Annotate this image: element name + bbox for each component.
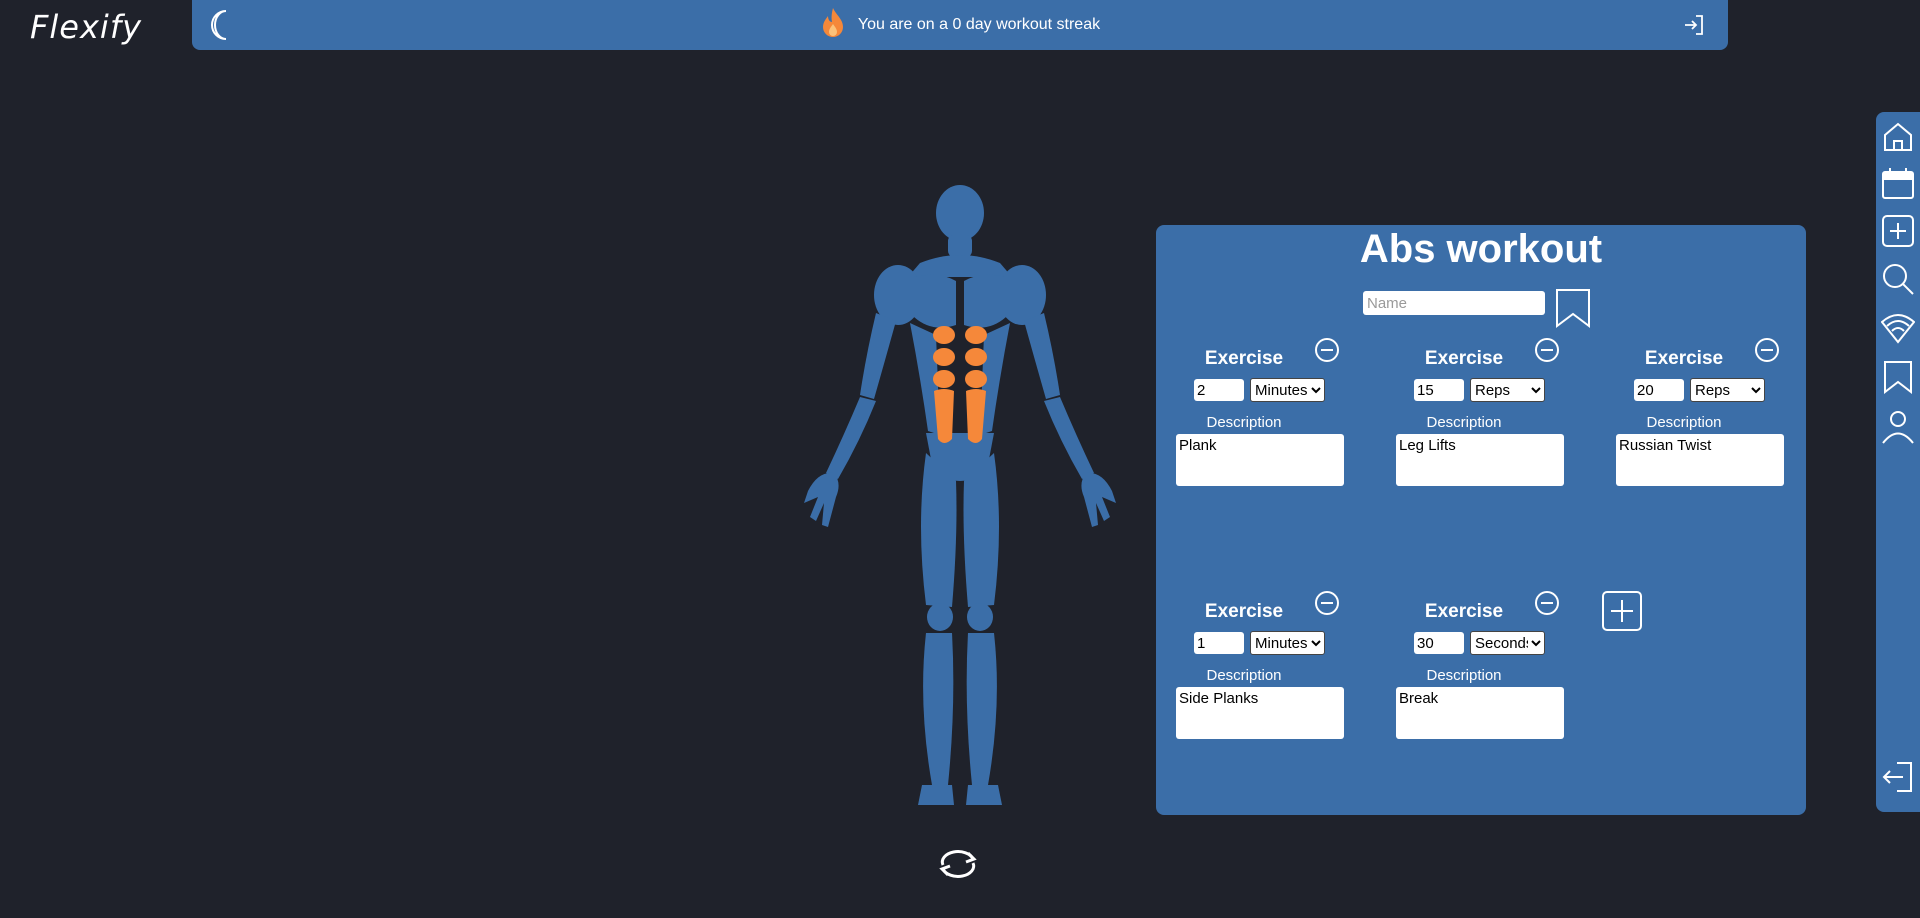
exercise-label: Exercise [1424, 601, 1504, 622]
exercise-description-input[interactable]: Russian Twist [1616, 434, 1784, 486]
bookmark-icon[interactable] [1881, 360, 1915, 395]
exercise-label: Exercise [1204, 348, 1284, 369]
plus-icon[interactable] [1881, 214, 1915, 248]
exercise-label: Exercise [1204, 601, 1284, 622]
exercise-card: Exercise Minutes Description Side Planks [1160, 591, 1344, 771]
flame-icon [820, 7, 846, 44]
exercise-card: Exercise Reps Description Leg Lifts [1380, 338, 1564, 518]
user-icon[interactable] [1881, 410, 1915, 444]
remove-exercise-icon[interactable] [1534, 590, 1560, 621]
description-label: Description [1646, 414, 1722, 431]
exercise-amount-input[interactable] [1194, 632, 1244, 654]
right-sidebar [1876, 112, 1920, 812]
streak-display: You are on a 0 day workout streak [820, 7, 1100, 44]
app-logo: Flexify [30, 8, 143, 46]
exercise-description-input[interactable]: Side Planks [1176, 687, 1344, 739]
exercise-description-input[interactable]: Plank [1176, 434, 1344, 486]
exercise-unit-select[interactable]: Minutes [1250, 631, 1325, 655]
exercise-card: Exercise Seconds Description Break [1380, 591, 1564, 771]
search-icon[interactable] [1881, 262, 1915, 296]
muscle-body-figure[interactable] [790, 185, 1130, 835]
exercise-card: Exercise Minutes Description Plank [1160, 338, 1344, 518]
exercise-amount-input[interactable] [1414, 632, 1464, 654]
workout-title: Abs workout [1359, 227, 1603, 271]
description-label: Description [1426, 414, 1502, 431]
logout-icon[interactable] [1881, 760, 1915, 794]
exercise-amount-input[interactable] [1194, 379, 1244, 401]
remove-exercise-icon[interactable] [1534, 337, 1560, 368]
workout-panel: Abs workout Exercise Minutes Description… [1156, 225, 1806, 815]
exercise-unit-select[interactable]: Minutes [1250, 378, 1325, 402]
exercise-amount-input[interactable] [1414, 379, 1464, 401]
remove-exercise-icon[interactable] [1314, 590, 1340, 621]
exercise-label: Exercise [1424, 348, 1504, 369]
wifi-icon[interactable] [1880, 310, 1916, 344]
add-exercise-button[interactable] [1601, 590, 1643, 637]
moon-icon[interactable] [206, 8, 236, 47]
streak-text: You are on a 0 day workout streak [857, 16, 1101, 33]
calendar-icon[interactable] [1881, 167, 1915, 201]
save-bookmark-icon[interactable] [1554, 287, 1592, 334]
home-icon[interactable] [1881, 120, 1915, 154]
exercise-unit-select[interactable]: Reps [1690, 378, 1765, 402]
top-bar: You are on a 0 day workout streak [192, 0, 1728, 50]
exercise-unit-select[interactable]: Reps [1470, 378, 1545, 402]
exercise-amount-input[interactable] [1634, 379, 1684, 401]
rotate-icon[interactable] [935, 845, 981, 886]
exercise-unit-select[interactable]: Seconds [1470, 631, 1545, 655]
remove-exercise-icon[interactable] [1314, 337, 1340, 368]
login-icon[interactable] [1682, 13, 1706, 42]
description-label: Description [1206, 667, 1282, 684]
exercise-description-input[interactable]: Leg Lifts [1396, 434, 1564, 486]
exercise-card: Exercise Reps Description Russian Twist [1600, 338, 1784, 518]
workout-name-input[interactable] [1363, 291, 1545, 315]
exercise-description-input[interactable]: Break [1396, 687, 1564, 739]
description-label: Description [1206, 414, 1282, 431]
description-label: Description [1426, 667, 1502, 684]
exercise-label: Exercise [1644, 348, 1724, 369]
remove-exercise-icon[interactable] [1754, 337, 1780, 368]
